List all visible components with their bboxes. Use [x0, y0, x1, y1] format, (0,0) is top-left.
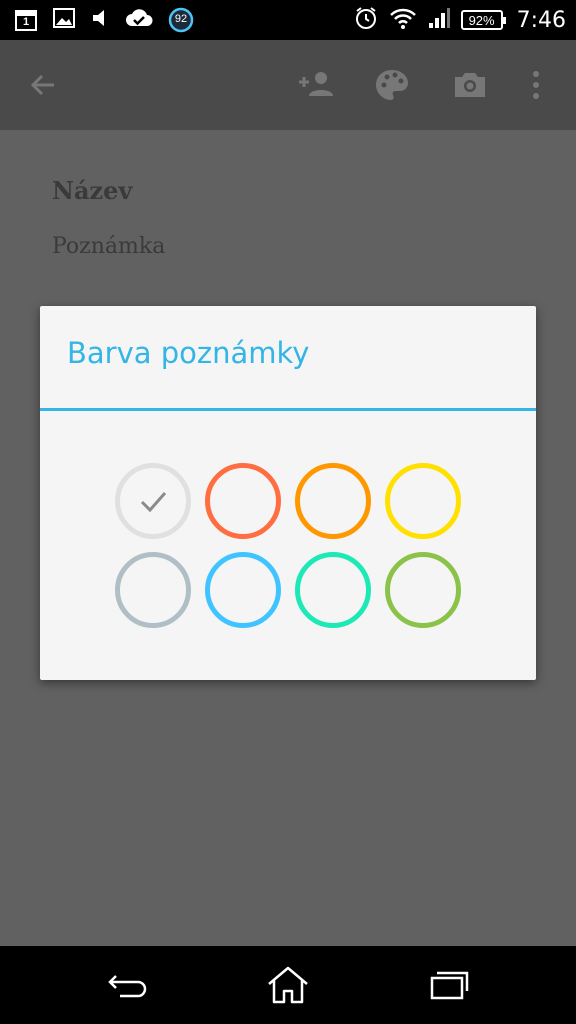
- add-person-icon[interactable]: [296, 65, 336, 105]
- camera-icon[interactable]: [450, 65, 490, 105]
- overflow-menu-icon[interactable]: [516, 65, 556, 105]
- color-swatch-red[interactable]: [205, 463, 281, 539]
- volume-icon: [90, 6, 110, 35]
- battery-icon: 92%: [460, 10, 506, 30]
- image-icon: [52, 6, 76, 35]
- calendar-icon: 1: [14, 8, 38, 32]
- note-color-dialog: Barva poznámky: [40, 306, 536, 680]
- note-title-field[interactable]: Název: [52, 176, 132, 205]
- dialog-divider: [40, 408, 536, 411]
- wifi-icon: [389, 6, 417, 35]
- navigation-bar: [0, 946, 576, 1024]
- alarm-icon: [353, 5, 379, 36]
- back-arrow-icon[interactable]: [24, 65, 64, 105]
- color-swatch-gray[interactable]: [115, 552, 191, 628]
- back-icon[interactable]: [106, 964, 152, 1006]
- color-swatch-teal[interactable]: [295, 552, 371, 628]
- dialog-title: Barva poznámky: [67, 336, 310, 370]
- status-bar: 1 92 92% 7:46: [0, 0, 576, 40]
- home-icon[interactable]: [265, 964, 311, 1006]
- note-body-field[interactable]: Poznámka: [52, 234, 165, 259]
- status-time: 7:46: [516, 7, 566, 33]
- cloud-check-icon: [124, 6, 154, 35]
- battery-level: 92%: [468, 12, 495, 28]
- calendar-date: 1: [22, 16, 30, 28]
- sync-badge-icon: 92: [168, 7, 194, 33]
- signal-icon: [427, 6, 451, 35]
- sync-badge-count: 92: [174, 13, 188, 25]
- color-swatch-white[interactable]: [115, 463, 191, 539]
- palette-icon[interactable]: [372, 65, 412, 105]
- recents-icon[interactable]: [426, 964, 472, 1006]
- color-swatch-yellow[interactable]: [385, 463, 461, 539]
- color-swatch-blue[interactable]: [205, 552, 281, 628]
- color-swatch-green[interactable]: [385, 552, 461, 628]
- color-swatch-orange[interactable]: [295, 463, 371, 539]
- check-icon: [140, 492, 167, 513]
- toolbar: [0, 40, 576, 130]
